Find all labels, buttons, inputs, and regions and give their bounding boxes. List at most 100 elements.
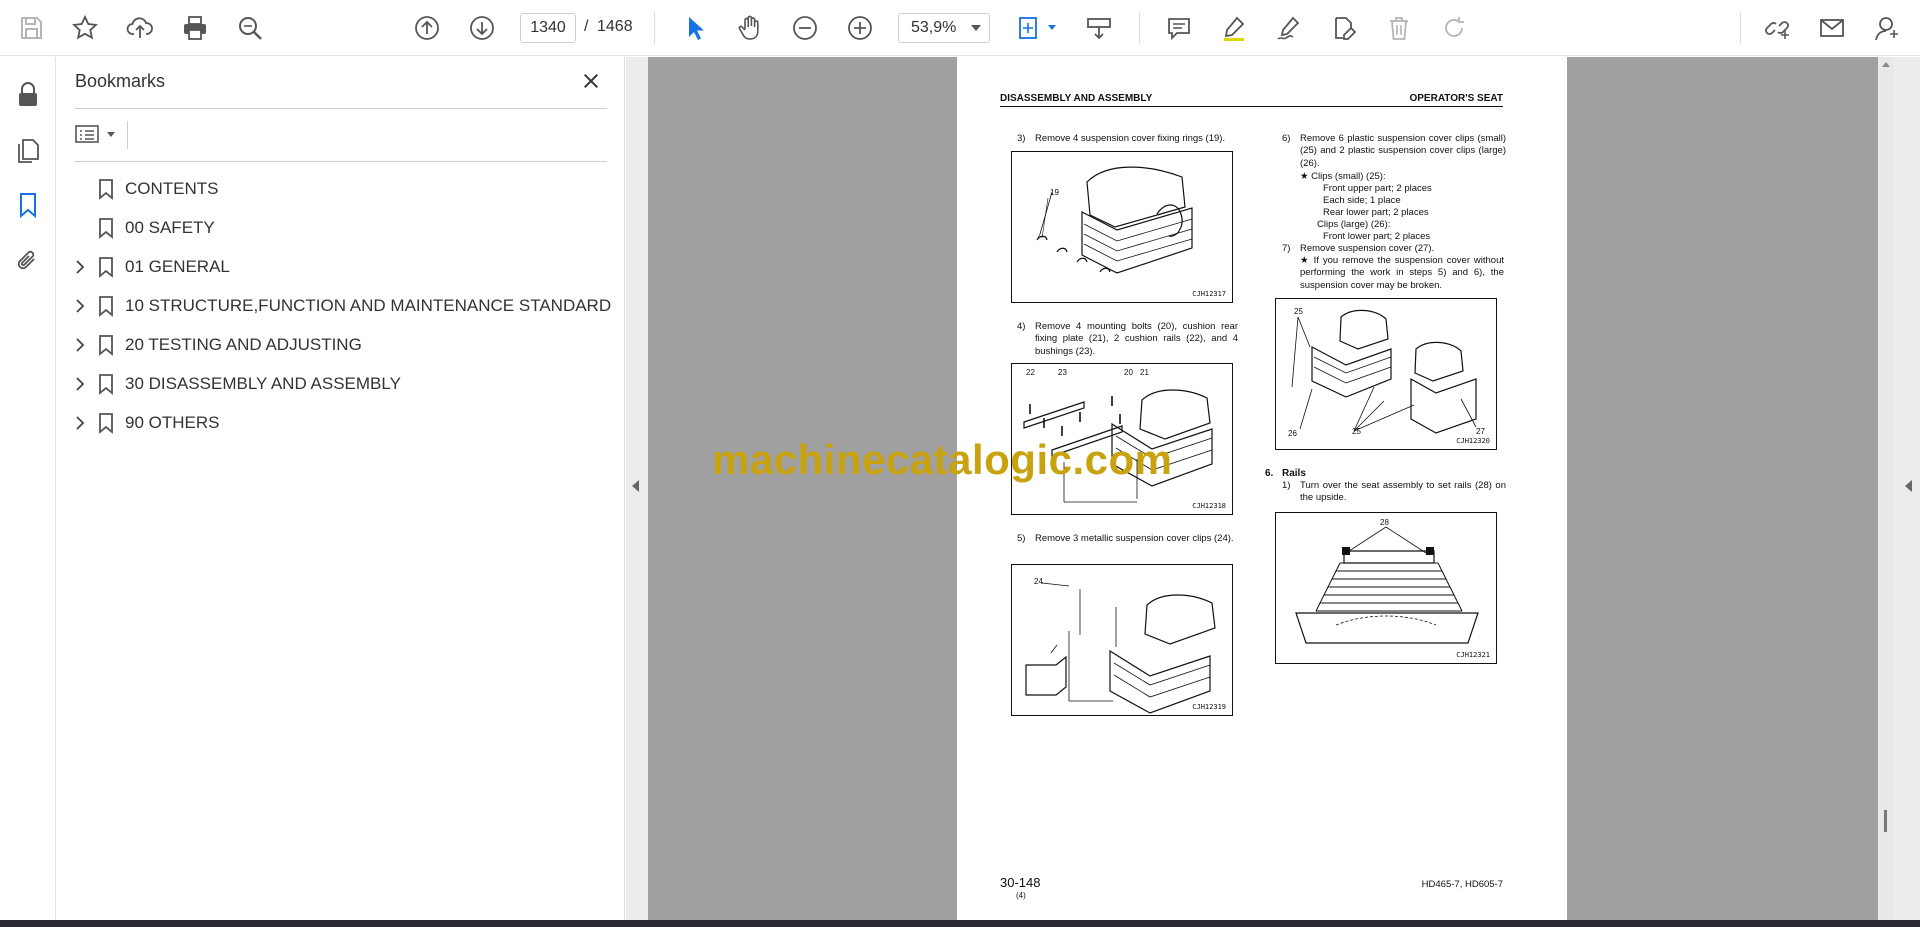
bookmark-icon[interactable] [10, 187, 46, 223]
figure-cjh12317: 19 CJH12317 [1011, 151, 1233, 303]
select-cursor-icon[interactable] [676, 9, 714, 47]
edit-icon[interactable] [1325, 9, 1363, 47]
bookmark-label: 30 DISASSEMBLY AND ASSEMBLY [125, 374, 401, 393]
collapse-left-icon[interactable] [632, 480, 639, 492]
chevron-right-icon[interactable] [73, 415, 87, 431]
zoom-out-icon[interactable] [786, 9, 824, 47]
bookmarks-panel: Bookmarks CONTENTS 00 SAFETY 01 GENERAL … [57, 57, 625, 927]
figure-cjh12320: 25 26 25 27 CJH12320 [1275, 298, 1497, 450]
callout-label: 20 [1124, 368, 1133, 377]
print-icon[interactable] [176, 9, 214, 47]
page-separator: / [584, 18, 589, 35]
share-link-icon[interactable] [1758, 9, 1796, 47]
bookmark-list: CONTENTS 00 SAFETY 01 GENERAL 10 STRUCTU… [57, 169, 625, 442]
step-text: Remove 3 metallic suspension cover clips… [1035, 533, 1234, 544]
email-icon[interactable] [1813, 9, 1851, 47]
hand-icon[interactable] [731, 9, 769, 47]
watermark: machinecatalogic.com [712, 436, 1173, 483]
redo-icon[interactable] [1435, 9, 1473, 47]
chevron-right-icon[interactable] [73, 298, 87, 314]
page-number-input[interactable] [520, 13, 576, 43]
zoom-dropdown-icon[interactable]: 53,9% [898, 13, 990, 43]
step-number: 1) [1282, 480, 1291, 491]
list-options-icon [75, 125, 99, 143]
header-rule [1000, 106, 1503, 107]
callout-label: 21 [1140, 368, 1149, 377]
bookmark-icon [99, 257, 113, 278]
bookmark-item-safety[interactable]: 00 SAFETY [57, 208, 625, 247]
step-text: Remove 6 plastic suspension cover clips … [1300, 133, 1506, 169]
left-navigation-rail [0, 57, 56, 927]
divider [75, 108, 607, 109]
bookmark-label: 20 TESTING AND ADJUSTING [125, 335, 362, 354]
pages-icon[interactable] [10, 133, 46, 169]
bookmark-label: 90 OTHERS [125, 413, 220, 432]
bookmark-label: CONTENTS [125, 179, 219, 198]
page-header-left: DISASSEMBLY AND ASSEMBLY [1000, 93, 1153, 104]
upload-icon[interactable] [121, 9, 159, 47]
scroll-mode-icon[interactable] [1080, 9, 1118, 47]
bookmark-options-button[interactable] [75, 117, 123, 151]
scrollbar-thumb[interactable] [1884, 810, 1887, 832]
page-revision: (4) [1016, 891, 1026, 900]
fit-page-icon[interactable] [1010, 9, 1048, 47]
delete-icon[interactable] [1380, 9, 1418, 47]
bookmark-icon [99, 218, 113, 239]
chevron-down-icon [971, 25, 981, 31]
figure-cjh12319: 24 CJH12319 [1011, 564, 1233, 716]
next-page-icon[interactable] [463, 9, 501, 47]
seat-rails-illustration [1295, 526, 1479, 644]
step-text: Remove suspension cover (27). [1300, 243, 1435, 254]
bookmark-icon [99, 296, 113, 317]
figure-cjh12321: 28 CJH12321 [1275, 512, 1497, 664]
cover-clips-illustration [1025, 582, 1216, 714]
chevron-right-icon[interactable] [73, 376, 87, 392]
bookmark-item-general[interactable]: 01 GENERAL [57, 247, 625, 286]
highlight-icon[interactable] [1215, 9, 1253, 47]
prev-page-icon[interactable] [408, 9, 446, 47]
fit-page-caret-icon[interactable] [1048, 25, 1056, 30]
step-number: 7) [1282, 243, 1291, 254]
figure-code: CJH12321 [1456, 651, 1490, 659]
zoom-search-icon[interactable] [231, 9, 269, 47]
bookmark-item-testing[interactable]: 20 TESTING AND ADJUSTING [57, 325, 625, 364]
figure-code: CJH12320 [1456, 437, 1490, 445]
figure-code: CJH12319 [1192, 703, 1226, 711]
seat-suspension-illustration [1036, 166, 1193, 274]
scroll-up-icon[interactable] [1882, 62, 1890, 67]
note-line: Clips (large) (26): [1317, 219, 1391, 230]
model-footer: HD465-7, HD605-7 [1421, 879, 1503, 890]
note-line: ★ Clips (small) (25): [1300, 171, 1386, 182]
chevron-right-icon[interactable] [73, 337, 87, 353]
toolbar-divider [1139, 12, 1140, 44]
vertical-scrollbar[interactable] [1878, 57, 1894, 920]
section-title: Rails [1282, 468, 1306, 479]
chevron-down-icon [107, 131, 115, 137]
chevron-right-icon[interactable] [73, 259, 87, 275]
callout-label: 26 [1288, 429, 1297, 438]
attachment-icon[interactable] [10, 243, 46, 279]
pdf-page: DISASSEMBLY AND ASSEMBLY OPERATOR'S SEAT… [957, 57, 1567, 920]
bookmark-item-structure[interactable]: 10 STRUCTURE,FUNCTION AND MAINTENANCE ST… [57, 286, 625, 325]
panel-title: Bookmarks [75, 71, 166, 91]
save-icon[interactable] [12, 9, 50, 47]
callout-label: 27 [1476, 427, 1485, 436]
note-line: Front lower part; 2 places [1323, 231, 1431, 242]
lock-icon[interactable] [10, 77, 46, 113]
sign-icon[interactable] [1270, 9, 1308, 47]
note-line: Rear lower part; 2 places [1323, 207, 1429, 218]
comment-icon[interactable] [1160, 9, 1198, 47]
bookmark-item-contents[interactable]: CONTENTS [57, 169, 625, 208]
toolbar-divider [654, 12, 655, 44]
star-icon[interactable] [66, 9, 104, 47]
divider [127, 121, 128, 149]
bookmark-item-others[interactable]: 90 OTHERS [57, 403, 625, 442]
main-toolbar: / 1468 53,9% [0, 0, 1920, 56]
figure-code: CJH12318 [1192, 502, 1226, 510]
close-icon[interactable] [577, 67, 605, 95]
expand-right-panel-icon[interactable] [1905, 480, 1912, 492]
bookmark-item-disassembly[interactable]: 30 DISASSEMBLY AND ASSEMBLY [57, 364, 625, 403]
account-icon[interactable] [1868, 9, 1906, 47]
step-number: 5) [1017, 533, 1026, 544]
zoom-in-icon[interactable] [841, 9, 879, 47]
